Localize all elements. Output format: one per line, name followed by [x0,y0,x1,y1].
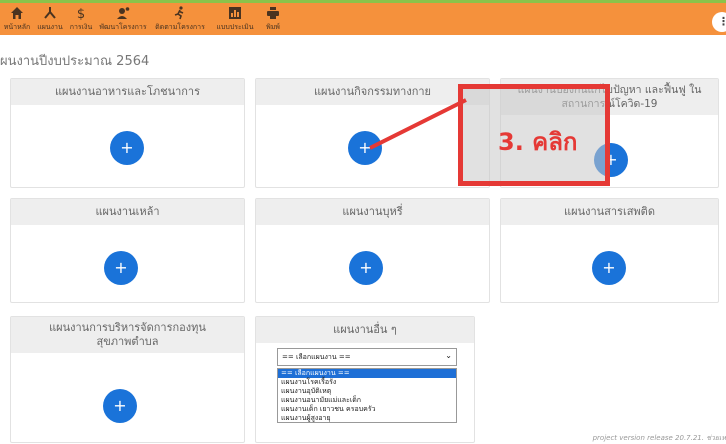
annotation-arrow [369,98,467,150]
annotation-label: 3. คลิก [498,128,578,156]
